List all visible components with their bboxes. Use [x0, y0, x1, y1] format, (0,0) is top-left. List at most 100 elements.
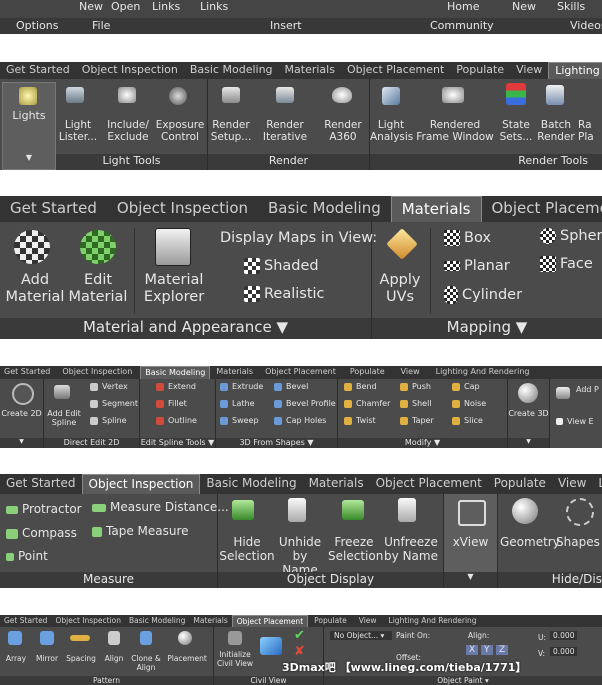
align-button[interactable]: Align	[100, 654, 128, 664]
tab-get-started[interactable]: Get Started	[0, 366, 54, 379]
unfreeze-by-name-button[interactable]: Unfreeze by Name	[382, 535, 440, 564]
light-lister-button[interactable]: Light Lister...	[58, 119, 98, 143]
panel-title-object-display[interactable]: Object Display	[218, 572, 443, 588]
tab-materials[interactable]: Materials	[210, 366, 259, 379]
state-sets-button[interactable]: State Sets...	[496, 119, 536, 143]
batch-render-button[interactable]: Batch Render	[536, 119, 576, 143]
ra-button[interactable]: Ra Pla	[578, 119, 602, 143]
tab-view[interactable]: View	[552, 474, 592, 494]
panel-title-edit-spline-tools[interactable]: Edit Spline Tools ▼	[140, 438, 215, 448]
tab-get-started[interactable]: Get Started	[0, 615, 51, 627]
tab-get-started[interactable]: Get Started	[0, 196, 107, 222]
twist-button[interactable]: Twist	[344, 416, 376, 425]
tab-materials[interactable]: Materials	[303, 474, 370, 494]
tab-object-placement[interactable]: Object Placement	[482, 196, 602, 222]
segment-button[interactable]: Segment	[90, 399, 138, 408]
links-button-2[interactable]: Links	[200, 0, 228, 13]
extend-button[interactable]: Extend	[156, 382, 196, 391]
tab-basic-modeling[interactable]: Basic Modeling	[258, 196, 391, 222]
taper-button[interactable]: Taper	[400, 416, 434, 425]
tab-populate[interactable]: Populate	[342, 366, 393, 379]
new-button-2[interactable]: New	[512, 0, 536, 13]
no-object-select[interactable]: No Object... ▾	[330, 631, 392, 640]
home-button[interactable]: Home	[447, 0, 479, 13]
initialize-civil-view-button[interactable]: Initialize Civil View	[214, 650, 256, 668]
v-field[interactable]: 0.000	[550, 647, 578, 656]
spacing-button[interactable]: Spacing	[64, 654, 98, 664]
bevel-profile-button[interactable]: Bevel Profile	[274, 399, 336, 408]
slice-button[interactable]: Slice	[452, 416, 483, 425]
cap-holes-button[interactable]: Cap Holes	[274, 416, 326, 425]
tab-lighting[interactable]: Lighting	[548, 62, 602, 79]
freeze-selection-button[interactable]: Freeze Selection	[328, 535, 383, 564]
shell-button[interactable]: Shell	[400, 399, 432, 408]
apply-uvs-button[interactable]: Apply UVs	[372, 272, 428, 305]
light-analysis-button[interactable]: Light Analysis	[370, 119, 413, 143]
cap-button[interactable]: Cap	[452, 382, 480, 391]
noise-button[interactable]: Noise	[452, 399, 486, 408]
geometry-button[interactable]: Geometry	[500, 535, 560, 550]
create-2d-button[interactable]: Create 2D	[0, 409, 43, 418]
tab-get-started[interactable]: Get Started	[0, 474, 82, 494]
realistic-button[interactable]: Realistic	[244, 286, 325, 302]
panel-title-object-paint[interactable]: Object Paint ▾	[324, 676, 602, 685]
tab-lighting-and-rendering[interactable]: Lighting And Rendering	[383, 615, 483, 627]
compass-button[interactable]: Compass	[6, 526, 77, 540]
u-field[interactable]: 0.000	[550, 631, 578, 640]
tab-basic-modeling[interactable]: Basic Modeling	[140, 366, 211, 379]
array-button[interactable]: Array	[2, 654, 30, 664]
tab-object-inspection[interactable]: Object Inspection	[107, 196, 258, 222]
tab-basic-modeling[interactable]: Basic Modeling	[125, 615, 189, 627]
placement-button[interactable]: Placement	[164, 654, 210, 664]
panel-title-community[interactable]: Community	[430, 19, 494, 32]
cancel-x-icon[interactable]: ✘	[294, 644, 305, 660]
xview-button[interactable]: xView	[444, 535, 497, 550]
tab-view[interactable]: View	[393, 366, 428, 379]
tab-materials[interactable]: Materials	[189, 615, 231, 627]
create-3d-button[interactable]: Create 3D	[508, 409, 549, 418]
panel-title-render[interactable]: Render	[208, 154, 369, 170]
chevron-down-icon[interactable]: ▼	[3, 153, 55, 162]
panel-title-pattern[interactable]: Pattern	[0, 676, 213, 685]
tab-view[interactable]: View	[510, 62, 548, 79]
exposure-control-button[interactable]: Exposure Control	[154, 119, 206, 143]
push-button[interactable]: Push	[400, 382, 431, 391]
extrude-button[interactable]: Extrude	[220, 382, 263, 391]
tab-basic-modeling[interactable]: Basic Modeling	[184, 62, 279, 79]
mirror-button[interactable]: Mirror	[32, 654, 62, 664]
lathe-button[interactable]: Lathe	[220, 399, 255, 408]
tab-populate[interactable]: Populate	[308, 615, 353, 627]
axis-y-toggle[interactable]: Y	[481, 645, 493, 655]
tab-object-inspection[interactable]: Object Inspection	[81, 474, 201, 494]
tab-populate[interactable]: Populate	[450, 62, 510, 79]
bend-button[interactable]: Bend	[344, 382, 377, 391]
protractor-button[interactable]: Protractor	[6, 502, 82, 516]
clone-align-button[interactable]: Clone & Align	[130, 654, 162, 672]
chamfer-button[interactable]: Chamfer	[344, 399, 390, 408]
face-mapping-button[interactable]: Face	[540, 256, 593, 272]
render-iterative-button[interactable]: Render Iterative	[258, 119, 312, 143]
open-button[interactable]: Open	[111, 0, 140, 13]
material-explorer-button[interactable]: Material Explorer	[140, 272, 208, 305]
tab-basic-modeling[interactable]: Basic Modeling	[200, 474, 302, 494]
tab-get-started[interactable]: Get Started	[0, 62, 76, 79]
panel-title-options[interactable]: Options	[16, 19, 58, 32]
tab-view[interactable]: View	[353, 615, 383, 627]
render-a360-button[interactable]: Render A360	[320, 119, 366, 143]
panel-title-light-tools[interactable]: Light Tools	[56, 154, 207, 170]
tab-lighting-and-rendering[interactable]: Lighting And Rendering	[428, 366, 538, 379]
hide-selection-button[interactable]: Hide Selection	[218, 535, 276, 564]
rendered-frame-window-button[interactable]: Rendered Frame Window	[414, 119, 496, 143]
spherical-mapping-button[interactable]: Spher	[540, 228, 602, 244]
tab-object-placement[interactable]: Object Placement	[231, 615, 309, 627]
panel-title-render-tools[interactable]: Render Tools	[370, 154, 602, 170]
outline-button[interactable]: Outline	[156, 416, 197, 425]
tab-object-placement[interactable]: Object Placement	[259, 366, 342, 379]
add-p-button[interactable]: Add P	[576, 385, 599, 394]
panel-title-direct-edit-2d[interactable]: Direct Edit 2D	[44, 438, 139, 448]
tab-object-inspection[interactable]: Object Inspection	[51, 615, 125, 627]
shapes-button[interactable]: Shapes	[556, 535, 602, 550]
spline-button[interactable]: Spline	[90, 416, 127, 425]
sweep-button[interactable]: Sweep	[220, 416, 259, 425]
panel-title-insert[interactable]: Insert	[270, 19, 302, 32]
